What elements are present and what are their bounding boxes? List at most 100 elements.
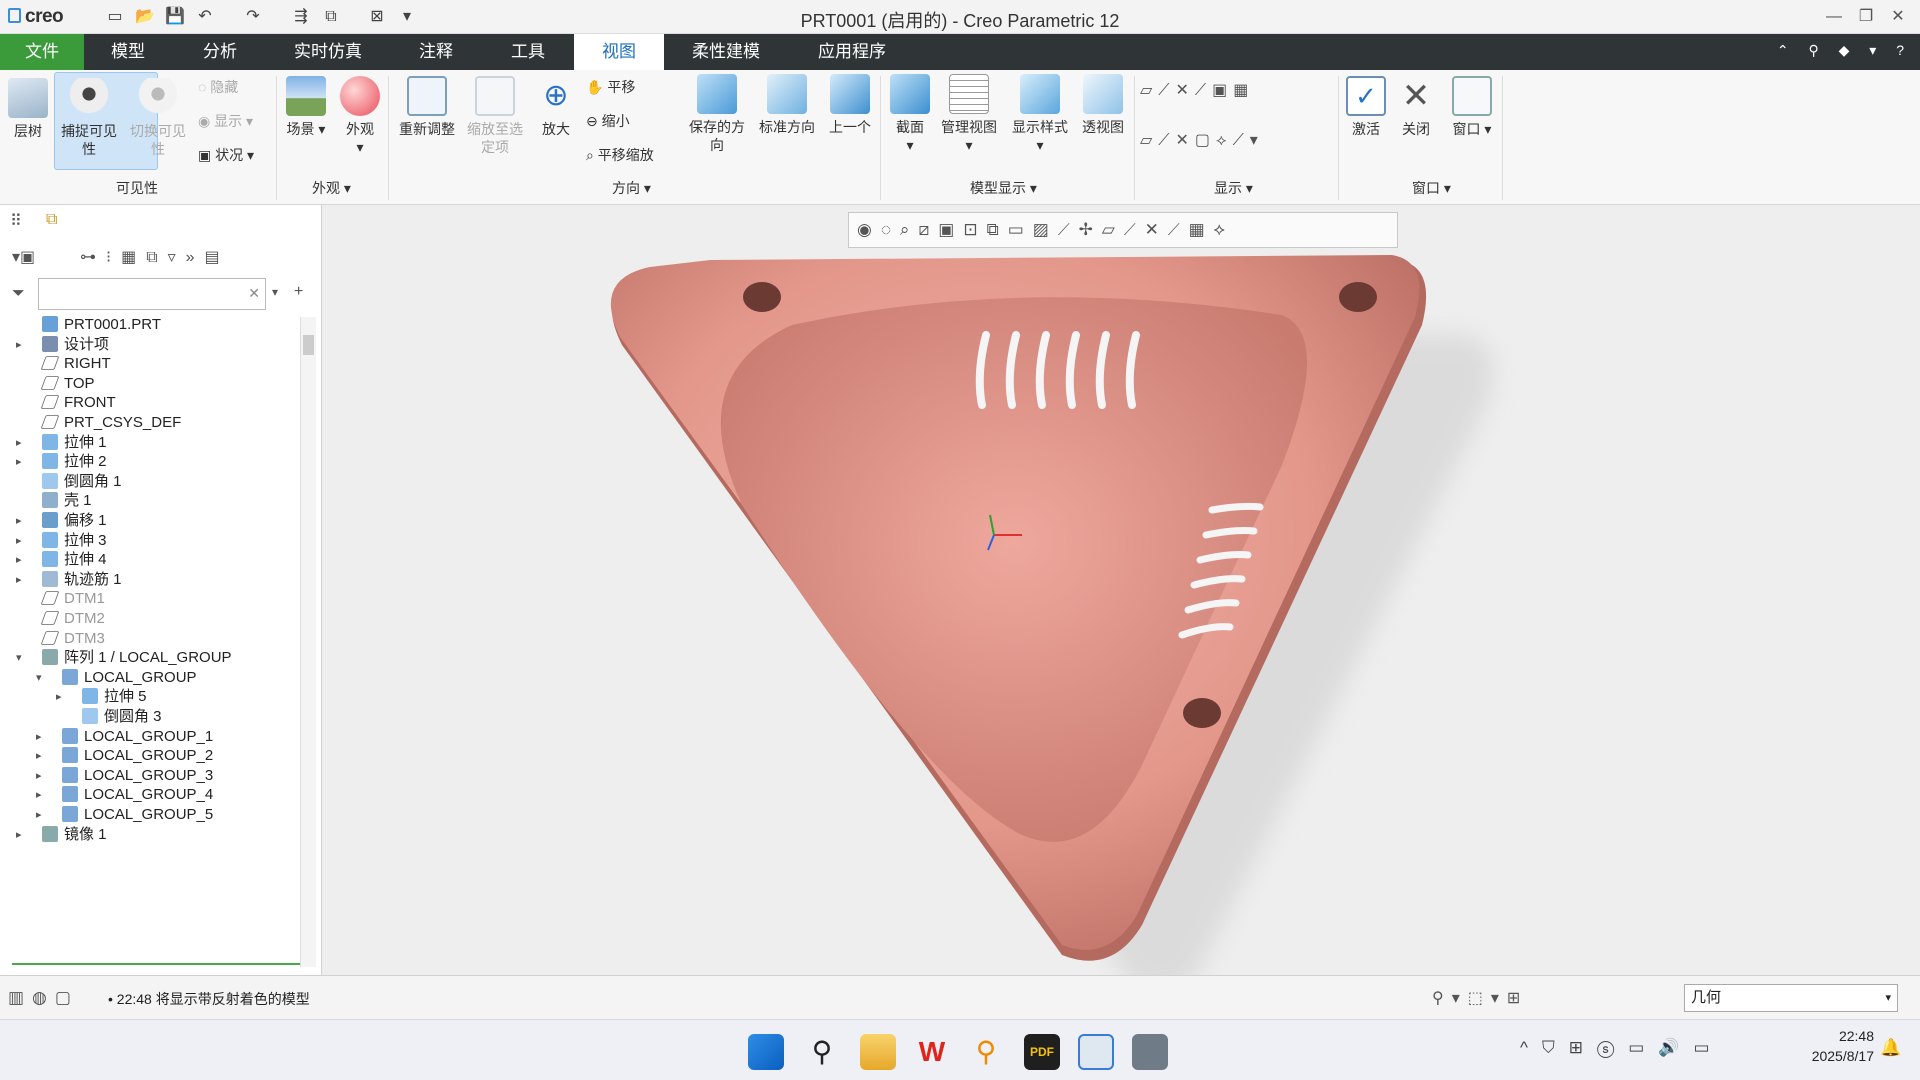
zoom-in-button[interactable]: ⊕ 放大	[534, 76, 578, 138]
appearance-group-label[interactable]: 外观 ▾	[312, 178, 351, 198]
everything-search-icon[interactable]: ⚲	[968, 1034, 1004, 1070]
clear-search-icon[interactable]: ✕	[248, 285, 260, 302]
show-button[interactable]: ◉ 显示 ▾	[198, 112, 253, 130]
extrude-feature-icon	[42, 433, 58, 450]
tree-item-label: 拉伸 1	[64, 433, 107, 451]
hide-button[interactable]: ◌ 隐藏	[198, 78, 238, 96]
group-feature-icon	[62, 766, 78, 783]
add-filter-icon[interactable]: +	[294, 283, 303, 301]
expand-arrow-icon[interactable]: ▾	[16, 646, 30, 670]
status-button[interactable]: ▣ 状况 ▾	[198, 146, 254, 164]
zoom-to-selected-button[interactable]: 缩放至选定项	[464, 76, 526, 156]
tab-view[interactable]: 视图	[574, 34, 664, 70]
expand-arrow-icon[interactable]: ▸	[16, 450, 30, 474]
tree-item[interactable]: ▸ 镜像 1	[16, 823, 107, 847]
filter-icon[interactable]: ⏷	[12, 285, 25, 303]
saved-orientations-icon	[697, 74, 737, 114]
tab-applications[interactable]: 应用程序	[800, 34, 904, 70]
scene-button[interactable]: 场景 ▾	[284, 76, 328, 138]
calculator-icon[interactable]	[1132, 1034, 1168, 1070]
tree-scrollbar[interactable]	[300, 317, 316, 967]
view-toolbar-icons[interactable]: ◉◌⌕⧄▣⊡⧉▭▨⟋✢⏥⟋✕⟋▦⟡	[857, 220, 1234, 240]
toggle-visibility-button[interactable]: 切换可见性	[128, 78, 188, 158]
zoom-out-button[interactable]: ⊖ 缩小	[586, 112, 630, 130]
pan-zoom-icon: ⌕	[586, 147, 598, 163]
group-feature-icon	[62, 747, 78, 764]
tree-item-label: LOCAL_GROUP_1	[84, 727, 214, 745]
close-window-x-icon: ✕	[1401, 77, 1431, 115]
tab-annotate[interactable]: 注释	[400, 34, 472, 70]
tree-item-label: 偏移 1	[64, 512, 107, 529]
tab-tools[interactable]: 工具	[492, 34, 564, 70]
tab-file[interactable]: 文件	[0, 34, 84, 70]
selection-filter-select[interactable]: 几何 ▾	[1684, 984, 1898, 1012]
restore-icon[interactable]: ❐	[1852, 5, 1880, 29]
appearance-button[interactable]: 外观 ▾	[338, 76, 382, 156]
tab-model[interactable]: 模型	[92, 34, 164, 70]
section-button[interactable]: 截面 ▾	[888, 74, 932, 154]
design-feature-icon	[42, 335, 58, 352]
creo-app-icon[interactable]	[1078, 1034, 1114, 1070]
manage-views-button[interactable]: 管理视图 ▾	[938, 74, 1000, 154]
graphics-window[interactable]	[322, 205, 1920, 975]
tree-settings-icon[interactable]: ▾▣	[12, 247, 35, 267]
extrude-feature-icon	[42, 453, 58, 470]
orientation-group-label[interactable]: 方向 ▾	[612, 178, 651, 198]
activate-button[interactable]: ✓ 激活	[1344, 76, 1388, 138]
extrude-feature-icon	[82, 688, 98, 705]
model-display-group-label[interactable]: 模型显示 ▾	[970, 178, 1037, 198]
refit-button[interactable]: 重新调整	[394, 76, 460, 138]
separator	[1338, 76, 1339, 200]
tree-item-label: LOCAL_GROUP_5	[84, 806, 214, 823]
expand-arrow-icon[interactable]: ▾	[36, 666, 50, 690]
expand-arrow-icon[interactable]: ▸	[56, 685, 70, 709]
search-icon[interactable]: ⚲	[804, 1034, 840, 1070]
status-bar: ▥◍▢ • 22:48 将显示带反射着色的模型 ⚲▾⬚▾⊞ 几何 ▾	[0, 975, 1920, 1019]
tree-item-label: LOCAL_GROUP_2	[84, 747, 214, 765]
pdf-app-icon[interactable]: PDF	[1024, 1034, 1060, 1070]
pan-button[interactable]: ✋ 平移	[586, 78, 635, 96]
eye-toggle-icon	[138, 78, 178, 118]
tab-analysis[interactable]: 分析	[184, 34, 256, 70]
tree-search-input[interactable]: ✕	[38, 278, 266, 310]
ribbon-options-icons[interactable]: ⌃ ⚲ ◆ ▾ ?	[1777, 42, 1912, 59]
ribbon: 层树 捕捉可见性 切换可见性 ◌ 隐藏 ◉ 显示 ▾ ▣ 状况 ▾ 可见性 场景…	[0, 70, 1920, 205]
expand-arrow-icon[interactable]: ▸	[16, 333, 30, 357]
tab-live-simulation[interactable]: 实时仿真	[276, 34, 380, 70]
window-group-label[interactable]: 窗口 ▾	[1412, 178, 1451, 198]
show-group-label[interactable]: 显示 ▾	[1214, 178, 1253, 198]
capture-visibility-button[interactable]: 捕捉可见性	[56, 78, 122, 158]
perspective-button[interactable]: 透视图	[1078, 74, 1128, 136]
notification-bell-icon[interactable]: 🔔	[1880, 1038, 1901, 1058]
pan-zoom-button[interactable]: ⌕ 平移缩放	[586, 146, 654, 164]
display-style-button[interactable]: 显示样式 ▾	[1008, 74, 1072, 154]
wps-icon[interactable]: W	[914, 1034, 950, 1070]
close-button[interactable]: ✕ 关闭	[1396, 76, 1436, 138]
windows-start-icon[interactable]	[748, 1034, 784, 1070]
mount-hole	[743, 282, 781, 312]
tree-toolbar-icons[interactable]: ⊶⁝▦⧉▿»▤	[80, 247, 230, 267]
datum-display-icons-row1[interactable]: ⏥⟋✕⟋▣▦	[1140, 82, 1320, 100]
datum-display-icons-row2[interactable]: ⏥⟋✕▢⟡⟋▾	[1140, 132, 1320, 150]
scrollbar-thumb[interactable]	[303, 335, 314, 355]
search-dropdown-icon[interactable]: ▾	[272, 285, 278, 299]
minimize-icon[interactable]: —	[1820, 5, 1848, 29]
status-toggle-icons[interactable]: ▥◍▢	[8, 988, 79, 1008]
file-explorer-icon[interactable]	[860, 1034, 896, 1070]
system-tray-icons[interactable]: ^⛉⊞ⓢ▭🔊▭	[1520, 1038, 1724, 1058]
layer-tree-button[interactable]: 层树	[6, 78, 50, 140]
folder-browser-tab-icon[interactable]: ⧉	[46, 211, 57, 229]
previous-orientation-button[interactable]: 上一个	[824, 74, 876, 136]
standard-orientation-button[interactable]: 标准方向	[754, 74, 820, 136]
plane-feature-icon	[40, 611, 60, 625]
close-icon[interactable]: ✕	[1884, 5, 1912, 29]
model-tree-tab-icon[interactable]: ⠿	[10, 211, 22, 231]
saved-orientations-button[interactable]: 保存的方向	[684, 74, 750, 154]
visibility-group-label: 可见性	[116, 180, 158, 196]
tab-flexible-modeling[interactable]: 柔性建模	[676, 34, 776, 70]
tree-item-label: 倒圆角 3	[104, 708, 162, 725]
find-select-icons[interactable]: ⚲▾⬚▾⊞	[1432, 988, 1528, 1008]
expand-arrow-icon[interactable]: ▸	[16, 568, 30, 592]
window-button[interactable]: 窗口 ▾	[1448, 76, 1496, 138]
expand-arrow-icon[interactable]: ▸	[16, 823, 30, 847]
